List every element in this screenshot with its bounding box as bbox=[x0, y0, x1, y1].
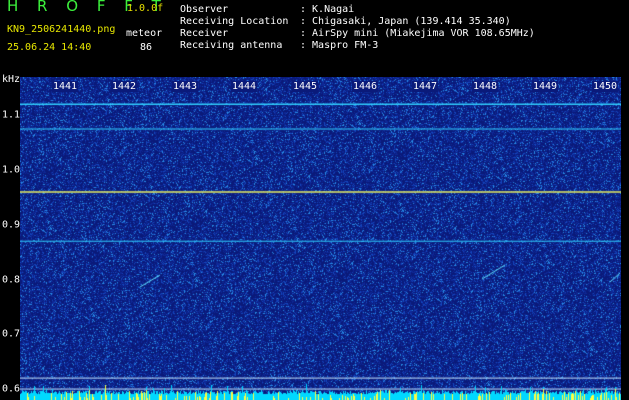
y-tick-label: 0.8 bbox=[2, 274, 21, 286]
info-label-receiver: Receiver bbox=[180, 28, 229, 39]
y-tick-label: 0.6 bbox=[2, 383, 21, 395]
y-tick-label: 1.1 bbox=[2, 109, 21, 121]
x-tick-label: 1447 bbox=[411, 81, 439, 92]
info-value-observer: : K.Nagai bbox=[300, 4, 355, 15]
y-tick-label: 0.7 bbox=[2, 328, 21, 340]
x-tick-label: 1442 bbox=[110, 81, 138, 92]
mode-value: 86 bbox=[140, 42, 153, 53]
version-label: 1.0.0f bbox=[127, 3, 164, 14]
y-tick-label: 0.9 bbox=[2, 219, 21, 231]
x-tick-label: 1446 bbox=[351, 81, 379, 92]
spectrogram-plot bbox=[20, 77, 621, 400]
x-tick-label: 1443 bbox=[171, 81, 199, 92]
info-label-antenna: Receiving antenna bbox=[180, 40, 283, 51]
x-tick-label: 1448 bbox=[471, 81, 499, 92]
y-tick-label: 1.0 bbox=[2, 164, 21, 176]
y-axis-unit: kHz bbox=[2, 74, 21, 85]
info-value-receiver: : AirSpy mini (Miakejima VOR 108.65MHz) bbox=[300, 28, 535, 39]
info-label-observer: Observer bbox=[180, 4, 229, 15]
x-tick-label: 1445 bbox=[291, 81, 319, 92]
x-tick-label: 1449 bbox=[531, 81, 559, 92]
mode-label: meteor bbox=[126, 28, 163, 39]
info-value-antenna: : Maspro FM-3 bbox=[300, 40, 379, 51]
x-tick-label: 1450 bbox=[591, 81, 619, 92]
spectrogram-canvas bbox=[20, 77, 621, 400]
x-tick-label: 1444 bbox=[230, 81, 258, 92]
x-tick-label: 1441 bbox=[51, 81, 79, 92]
timestamp-label: 25.06.24 14:40 bbox=[7, 42, 92, 53]
filename-label: KN9_2506241440.png bbox=[7, 24, 116, 35]
info-value-location: : Chigasaki, Japan (139.414 35.340) bbox=[300, 16, 511, 27]
info-label-location: Receiving Location bbox=[180, 16, 289, 27]
